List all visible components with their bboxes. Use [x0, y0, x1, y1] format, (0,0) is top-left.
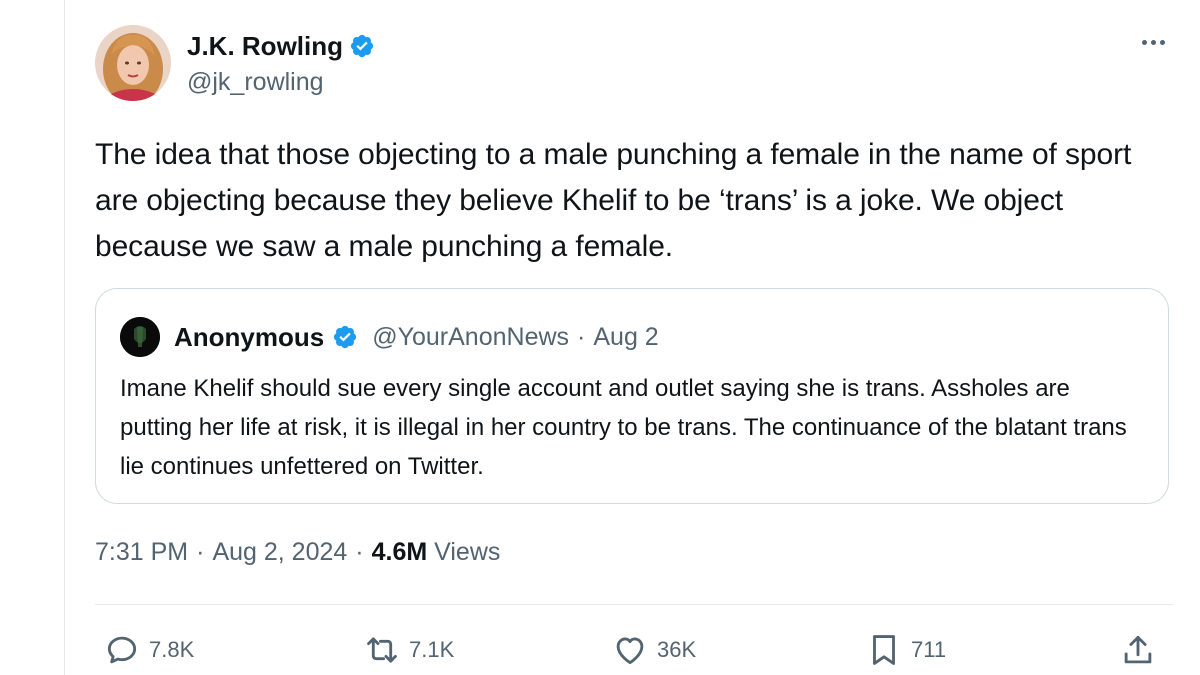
bookmark-count: 711: [911, 637, 947, 662]
post-date[interactable]: Aug 2, 2024: [212, 538, 347, 567]
meta-separator: ·: [355, 538, 364, 566]
views: 4.6M Views: [372, 538, 501, 567]
quoted-author-handle: @YourAnonNews: [372, 322, 570, 351]
quoted-author-name: Anonymous: [174, 321, 325, 352]
share-button[interactable]: [1119, 628, 1157, 672]
bookmark-icon: [873, 635, 895, 665]
repost-button[interactable]: 7.1K: [363, 628, 454, 672]
author-avatar[interactable]: [95, 25, 171, 101]
action-bar: 7.8K 7.1K 36K 711: [95, 628, 1175, 672]
views-count: 4.6M: [371, 538, 428, 566]
reply-count: 7.8K: [149, 637, 195, 662]
views-label: Views: [434, 538, 501, 566]
quoted-author-avatar: [120, 317, 160, 357]
more-options-button[interactable]: [1135, 30, 1171, 54]
repost-icon: [367, 637, 397, 663]
quoted-separator: ·: [577, 322, 586, 351]
author-handle[interactable]: @jk_rowling: [187, 68, 375, 97]
quoted-date: Aug 2: [593, 322, 659, 351]
more-dot: [1159, 39, 1165, 45]
timeline-border: [64, 0, 65, 675]
reply-icon: [107, 636, 137, 664]
like-button[interactable]: 36K: [611, 628, 696, 672]
quoted-tweet-text: Imane Khelif should sue every single acc…: [120, 375, 1127, 480]
quoted-tweet-header: Anonymous @YourAnonNews · Aug 2: [120, 317, 659, 357]
more-dot: [1150, 39, 1156, 45]
meta-separator: ·: [196, 538, 205, 566]
bookmark-button[interactable]: 711: [865, 628, 946, 672]
share-icon: [1124, 635, 1152, 664]
anonymous-mask-icon: [120, 317, 160, 357]
repost-count: 7.1K: [409, 637, 455, 662]
post-time[interactable]: 7:31 PM: [95, 538, 188, 567]
actions-divider: [95, 604, 1173, 605]
verified-badge-icon: [334, 325, 357, 349]
quoted-tweet[interactable]: Anonymous @YourAnonNews · Aug 2 Imane Kh…: [95, 288, 1169, 504]
author-block: J.K. Rowling @jk_rowling: [187, 30, 375, 97]
avatar-image: [95, 25, 171, 101]
tweet-metadata: 7:31 PM · Aug 2, 2024 · 4.6M Views: [95, 538, 500, 567]
author-name[interactable]: J.K. Rowling: [187, 31, 343, 62]
verified-badge-icon[interactable]: [349, 33, 375, 59]
tweet-text: The idea that those objecting to a male …: [95, 138, 1132, 263]
reply-button[interactable]: 7.8K: [103, 628, 194, 672]
tweet: J.K. Rowling @jk_rowling The idea that t…: [95, 0, 1175, 675]
heart-icon: [616, 637, 644, 665]
like-count: 36K: [657, 637, 697, 662]
more-horizontal-icon: [1141, 39, 1147, 45]
